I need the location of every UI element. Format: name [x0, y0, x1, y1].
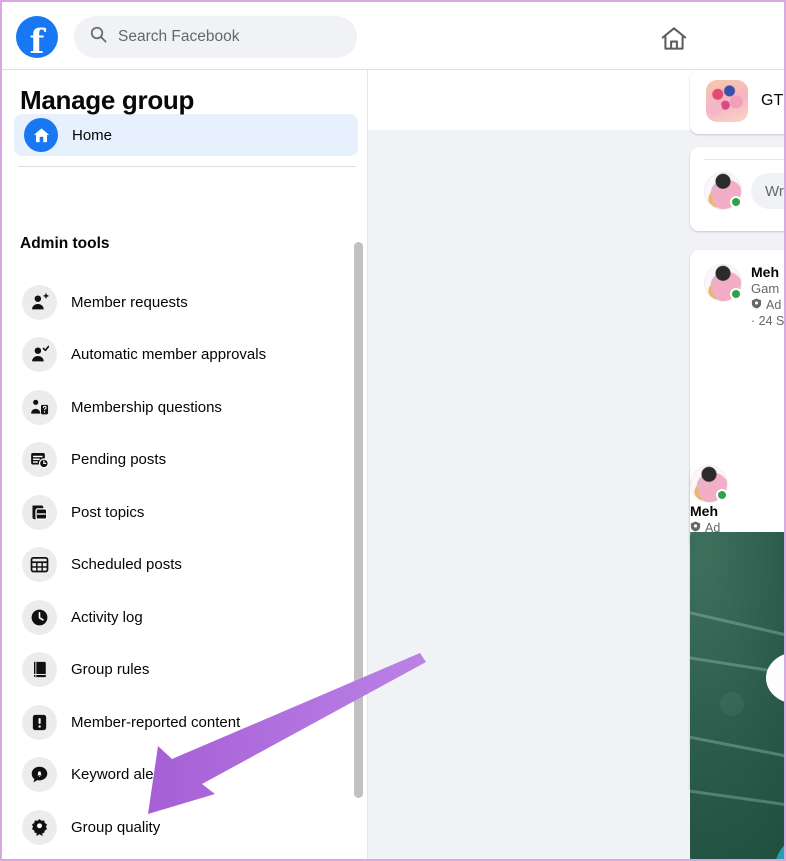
- clock-icon: [22, 599, 57, 635]
- online-status-dot: [730, 196, 742, 208]
- post-group-name: Gam: [751, 281, 780, 296]
- person-check-icon: [22, 337, 57, 373]
- post-photo[interactable]: [690, 532, 784, 859]
- home-icon[interactable]: [659, 24, 689, 54]
- group-header-card[interactable]: GT: [690, 70, 784, 134]
- search-icon: [90, 26, 107, 48]
- sidebar-item-home-label: Home: [72, 126, 113, 144]
- photo-streak: [690, 850, 784, 859]
- sidebar-item-label: Post topics: [71, 503, 145, 521]
- write-post-input[interactable]: Writ: [751, 173, 784, 209]
- person-question-icon: [22, 389, 57, 425]
- sidebar-item-label: Automatic member approvals: [71, 346, 267, 364]
- sidebar-item-post-topics[interactable]: Post topics: [4, 486, 367, 539]
- sidebar-item-scheduled-posts[interactable]: Scheduled posts: [4, 539, 367, 592]
- sidebar-item-label: Member-reported content: [71, 713, 241, 731]
- facebook-logo-glyph: f: [29, 21, 45, 62]
- post-topics-icon: [22, 494, 57, 530]
- post-admin-label: Ad: [766, 298, 782, 312]
- sidebar-item-home[interactable]: Home: [14, 114, 358, 156]
- photo-streak: [690, 602, 784, 664]
- sidebar-item-label: Member requests: [71, 293, 188, 311]
- shield-icon: [751, 298, 762, 312]
- photo-streak: [690, 784, 784, 824]
- avatar[interactable]: [690, 465, 728, 503]
- exclamation-box-icon: [22, 704, 57, 740]
- sidebar-item-pending-posts[interactable]: Pending posts: [4, 434, 367, 487]
- sidebar-item-settings[interactable]: Settings: [4, 854, 367, 860]
- sidebar-item-label: Pending posts: [71, 451, 167, 469]
- book-icon: [22, 652, 57, 688]
- sidebar-item-activity-log[interactable]: Activity log: [4, 591, 367, 644]
- sidebar-item-member-reported-content[interactable]: Member-reported content: [4, 696, 367, 749]
- sidebar-item-label: Group rules: [71, 661, 150, 679]
- sidebar-nav-list: Member requests Automatic member approva…: [4, 276, 367, 860]
- sidebar-scrollbar-thumb[interactable]: [354, 242, 363, 798]
- sidebar-divider: [18, 166, 356, 167]
- sidebar-item-label: Group quality: [71, 818, 161, 836]
- group-thumbnail-icon: [706, 80, 748, 122]
- post-admin-badge: Ad: [751, 298, 784, 312]
- chat-bell-icon: [22, 757, 57, 793]
- manage-group-sidebar: Manage group Home Admin tools Member req…: [4, 70, 368, 860]
- search-placeholder-text: Search Facebook: [118, 27, 240, 45]
- post-author-name[interactable]: Meh: [690, 503, 784, 519]
- pending-posts-icon: [22, 442, 57, 478]
- avatar[interactable]: [704, 172, 742, 210]
- calendar-grid-icon: [22, 547, 57, 583]
- sidebar-item-label: Scheduled posts: [71, 556, 182, 574]
- badge-icon: [22, 809, 57, 845]
- facebook-top-bar: f Search Facebook: [2, 4, 784, 70]
- sidebar-item-member-requests[interactable]: Member requests: [4, 276, 367, 329]
- post-timestamp: · 24 S: [751, 314, 785, 328]
- photo-streak: [690, 728, 784, 781]
- sidebar-item-group-quality[interactable]: Group quality: [4, 801, 367, 854]
- avatar[interactable]: [704, 264, 742, 302]
- home-filled-icon: [24, 118, 58, 152]
- person-add-icon: [22, 284, 57, 320]
- group-name: GT: [761, 92, 784, 109]
- photo-teal-shape: [774, 832, 784, 859]
- search-input[interactable]: Search Facebook: [74, 15, 357, 58]
- facebook-logo-icon[interactable]: f: [16, 15, 58, 62]
- online-status-dot: [730, 288, 742, 300]
- sidebar-item-membership-questions[interactable]: Membership questions: [4, 381, 367, 434]
- sidebar-item-label: Activity log: [71, 608, 143, 626]
- photo-highlight: [720, 692, 744, 716]
- online-status-dot: [716, 489, 728, 501]
- sidebar-item-automatic-member-approvals[interactable]: Automatic member approvals: [4, 329, 367, 382]
- sidebar-section-admin-tools: Admin tools: [20, 235, 110, 252]
- post-composer-card: Writ: [690, 147, 784, 231]
- browser-screen: f Search Facebook Manage group Home Admi…: [0, 0, 786, 861]
- sidebar-item-keyword-alerts[interactable]: Keyword alerts: [4, 749, 367, 802]
- sidebar-item-group-rules[interactable]: Group rules: [4, 644, 367, 697]
- page-title: Manage group: [20, 85, 195, 115]
- sidebar-item-label: Keyword alerts: [71, 766, 171, 784]
- sidebar-item-label: Membership questions: [71, 398, 222, 416]
- right-feed-column: GT Writ Meh Gam: [688, 70, 785, 859]
- post-author-name[interactable]: Meh: [751, 264, 784, 280]
- photo-white-shape: [766, 652, 784, 704]
